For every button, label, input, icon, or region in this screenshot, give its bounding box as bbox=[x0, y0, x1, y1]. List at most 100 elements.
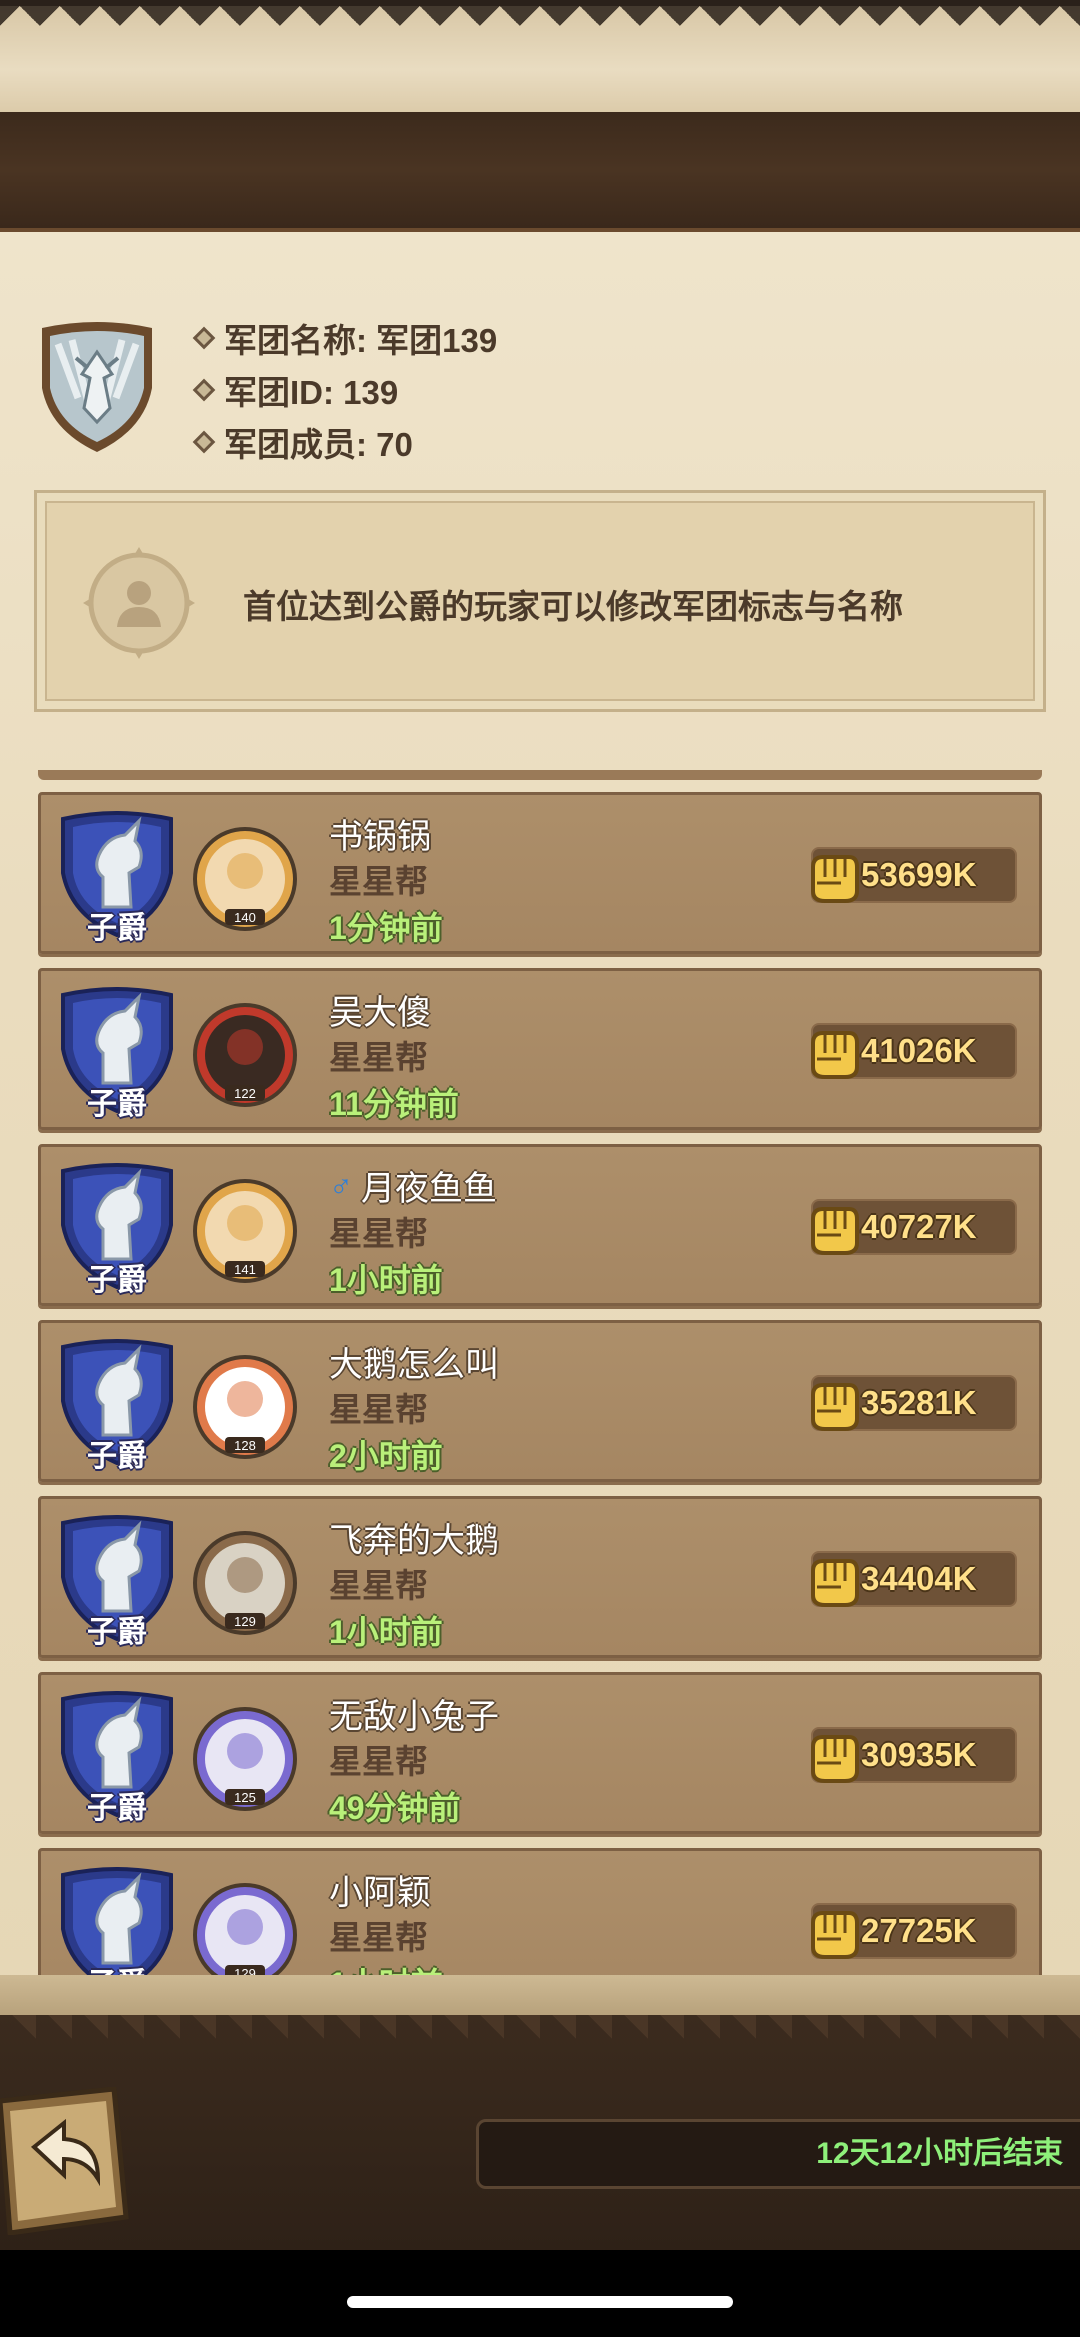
header-band bbox=[0, 112, 1080, 232]
male-icon: ♂ bbox=[329, 1167, 353, 1203]
legion-crest-icon[interactable] bbox=[32, 318, 162, 458]
power-value: 35281K bbox=[861, 1384, 977, 1421]
timer-text: 12天12小时后结束 bbox=[816, 2137, 1063, 2170]
player-name: ♂ 月夜鱼鱼 bbox=[329, 1161, 497, 1210]
rank-label: 子爵 bbox=[87, 1264, 147, 1297]
notice-text: 首位达到公爵的玩家可以修改军团标志与名称 bbox=[243, 588, 903, 625]
power-value: 27725K bbox=[861, 1912, 977, 1949]
last-seen: 1小时前 bbox=[329, 1262, 443, 1298]
player-avatar[interactable]: 140 bbox=[191, 825, 299, 933]
player-level: 141 bbox=[234, 1262, 256, 1277]
power-badge: 40727K bbox=[811, 1199, 1017, 1255]
player-name-text: 无敌小兔子 bbox=[329, 1698, 499, 1736]
power-badge: 34404K bbox=[811, 1551, 1017, 1607]
player-name: 飞奔的大鹅 bbox=[329, 1513, 499, 1562]
player-name-text: 飞奔的大鹅 bbox=[329, 1522, 499, 1560]
bottom-frame-edge bbox=[0, 2015, 1080, 2041]
player-avatar[interactable]: 125 bbox=[191, 1705, 299, 1813]
diamond-bullet-icon bbox=[192, 378, 216, 402]
fist-icon bbox=[811, 1031, 859, 1079]
legion-id-line: 军团ID: 139 bbox=[192, 368, 399, 412]
home-indicator[interactable] bbox=[347, 2296, 733, 2308]
last-seen: 1小时前 bbox=[329, 1614, 443, 1650]
player-guild: 星星帮 bbox=[329, 1743, 428, 1780]
power-value: 40727K bbox=[861, 1208, 977, 1245]
player-guild: 星星帮 bbox=[329, 1567, 428, 1604]
last-seen: 2小时前 bbox=[329, 1438, 443, 1474]
member-list[interactable]: 子爵 140 书锅锅 星星帮 1分钟前 53699K 子爵 122 吴大傻 星星… bbox=[0, 770, 1080, 1975]
rank-label: 子爵 bbox=[87, 1616, 147, 1649]
player-name-text: 吴大傻 bbox=[329, 994, 431, 1032]
player-name: 小阿颖 bbox=[329, 1865, 431, 1914]
legion-id: 军团ID: 139 bbox=[224, 374, 399, 411]
member-row[interactable]: 子爵 125 无敌小兔子 星星帮 49分钟前 30935K bbox=[38, 1672, 1042, 1834]
member-row[interactable]: 子爵 129 小阿颖 星星帮 1小时前 27725K bbox=[38, 1848, 1042, 1975]
power-badge: 35281K bbox=[811, 1375, 1017, 1431]
fist-icon bbox=[811, 1207, 859, 1255]
fist-icon bbox=[811, 1911, 859, 1959]
last-seen: 1小时前 bbox=[329, 1959, 443, 1975]
back-arrow-icon[interactable] bbox=[0, 2087, 134, 2235]
event-timer: 12天12小时后结束 bbox=[476, 2119, 1080, 2189]
player-guild: 星星帮 bbox=[329, 1039, 428, 1076]
rank-label: 子爵 bbox=[87, 1792, 147, 1825]
power-value: 53699K bbox=[861, 856, 977, 893]
player-name-text: 月夜鱼鱼 bbox=[361, 1170, 497, 1208]
player-avatar[interactable]: 122 bbox=[191, 1001, 299, 1109]
home-indicator-area bbox=[0, 2250, 1080, 2337]
top-frame bbox=[0, 0, 1080, 112]
power-badge: 27725K bbox=[811, 1903, 1017, 1959]
bottom-bar: 12天12小时后结束 bbox=[0, 2015, 1080, 2250]
legion-members-line: 军团成员: 70 bbox=[192, 420, 413, 464]
rank-label: 子爵 bbox=[87, 1440, 147, 1473]
notice-box: 首位达到公爵的玩家可以修改军团标志与名称 bbox=[34, 490, 1046, 712]
power-badge: 53699K bbox=[811, 847, 1017, 903]
diamond-bullet-icon bbox=[192, 326, 216, 350]
player-name-text: 大鹅怎么叫 bbox=[329, 1346, 499, 1384]
player-level: 129 bbox=[234, 1614, 256, 1629]
empty-avatar-icon bbox=[83, 547, 195, 659]
player-avatar[interactable]: 129 bbox=[191, 1881, 299, 1975]
fist-icon bbox=[811, 855, 859, 903]
rank-label: 子爵 bbox=[59, 1959, 175, 1975]
player-name: 吴大傻 bbox=[329, 985, 431, 1034]
last-seen: 1分钟前 bbox=[329, 910, 443, 946]
power-value: 34404K bbox=[861, 1560, 977, 1597]
legion-members: 军团成员: 70 bbox=[224, 426, 413, 463]
member-row[interactable]: 子爵 141 ♂ 月夜鱼鱼 星星帮 1小时前 40727K bbox=[38, 1144, 1042, 1306]
top-frame-edge bbox=[0, 6, 1080, 42]
fist-icon bbox=[811, 1383, 859, 1431]
player-avatar[interactable]: 128 bbox=[191, 1353, 299, 1461]
player-guild: 星星帮 bbox=[329, 863, 428, 900]
player-avatar[interactable]: 141 bbox=[191, 1177, 299, 1285]
player-name: 无敌小兔子 bbox=[329, 1689, 499, 1738]
diamond-bullet-icon bbox=[192, 430, 216, 454]
player-level: 128 bbox=[234, 1438, 256, 1453]
player-name: 书锅锅 bbox=[329, 809, 431, 858]
fist-icon bbox=[811, 1735, 859, 1783]
player-avatar[interactable]: 129 bbox=[191, 1529, 299, 1637]
last-seen: 11分钟前 bbox=[329, 1086, 459, 1122]
rank-label: 子爵 bbox=[87, 1088, 147, 1121]
player-guild: 星星帮 bbox=[329, 1215, 428, 1252]
player-name: 大鹅怎么叫 bbox=[329, 1337, 499, 1386]
member-row[interactable]: 子爵 128 大鹅怎么叫 星星帮 2小时前 35281K bbox=[38, 1320, 1042, 1482]
list-bottom-frame bbox=[0, 1975, 1080, 2015]
member-row[interactable]: 子爵 122 吴大傻 星星帮 11分钟前 41026K bbox=[38, 968, 1042, 1130]
legion-name: 军团名称: 军团139 bbox=[224, 322, 498, 359]
member-row[interactable]: 子爵 129 飞奔的大鹅 星星帮 1小时前 34404K bbox=[38, 1496, 1042, 1658]
rank-label: 子爵 bbox=[87, 912, 147, 945]
fist-icon bbox=[811, 1559, 859, 1607]
player-level: 129 bbox=[234, 1966, 256, 1975]
power-value: 41026K bbox=[861, 1032, 977, 1069]
last-seen: 49分钟前 bbox=[329, 1790, 461, 1826]
player-level: 122 bbox=[234, 1086, 256, 1101]
player-level: 125 bbox=[234, 1790, 256, 1805]
player-name-text: 书锅锅 bbox=[329, 818, 431, 856]
player-guild: 星星帮 bbox=[329, 1919, 428, 1956]
player-name-text: 小阿颖 bbox=[329, 1874, 431, 1912]
player-level: 140 bbox=[234, 910, 256, 925]
power-badge: 41026K bbox=[811, 1023, 1017, 1079]
power-value: 30935K bbox=[861, 1736, 977, 1773]
member-row[interactable]: 子爵 140 书锅锅 星星帮 1分钟前 53699K bbox=[38, 792, 1042, 954]
